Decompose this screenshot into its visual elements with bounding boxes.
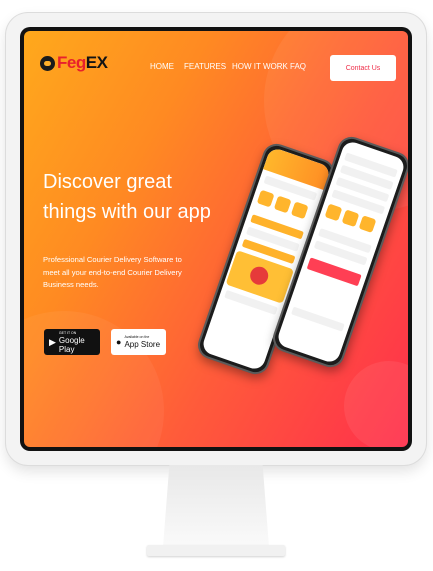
background-shape [344, 361, 408, 447]
brand-name-suffix: EX [85, 53, 108, 72]
nav-item-features[interactable]: FEATURES [184, 62, 226, 71]
app-tile [273, 195, 292, 214]
monkey-logo-icon [40, 55, 55, 71]
contact-us-button[interactable]: Contact Us [330, 55, 396, 81]
nav-item-faq[interactable]: FAQ [290, 62, 306, 71]
app-row [291, 306, 345, 332]
website-screen: FegEX HOME FEATURES HOW IT WORK FAQ Cont… [24, 31, 408, 447]
monitor-bezel: FegEX HOME FEATURES HOW IT WORK FAQ Cont… [20, 27, 412, 451]
app-store-label: App Store [124, 340, 161, 349]
hero-title-line-2: things with our app [43, 201, 211, 223]
google-play-button[interactable]: ▶ GET IT ON Google Play [44, 329, 100, 355]
app-tile [341, 209, 360, 228]
hero-title: Discover great things with our app [43, 167, 243, 227]
hero-title-line-1: Discover great [43, 171, 172, 193]
brand-name-prefix: Feg [57, 53, 86, 72]
apple-icon: ● [116, 336, 122, 347]
monitor-stand [163, 465, 269, 547]
brand-name: FegEX [57, 53, 108, 73]
nav-item-how-it-work[interactable]: HOW IT WORK [232, 62, 288, 71]
app-tile [256, 189, 275, 208]
monitor: FegEX HOME FEATURES HOW IT WORK FAQ Cont… [6, 13, 426, 465]
app-tile [358, 215, 377, 234]
brand-logo[interactable]: FegEX [40, 53, 108, 73]
app-tile [324, 203, 343, 222]
monitor-stand-base [147, 545, 285, 556]
play-icon: ▶ [49, 336, 56, 347]
google-play-label: Google Play [58, 335, 85, 354]
nav-item-home[interactable]: HOME [150, 62, 174, 71]
hero-description: Professional Courier Delivery Software t… [43, 255, 182, 289]
app-store-button[interactable]: ● Available on the App Store [111, 329, 166, 355]
app-tile [290, 201, 309, 220]
